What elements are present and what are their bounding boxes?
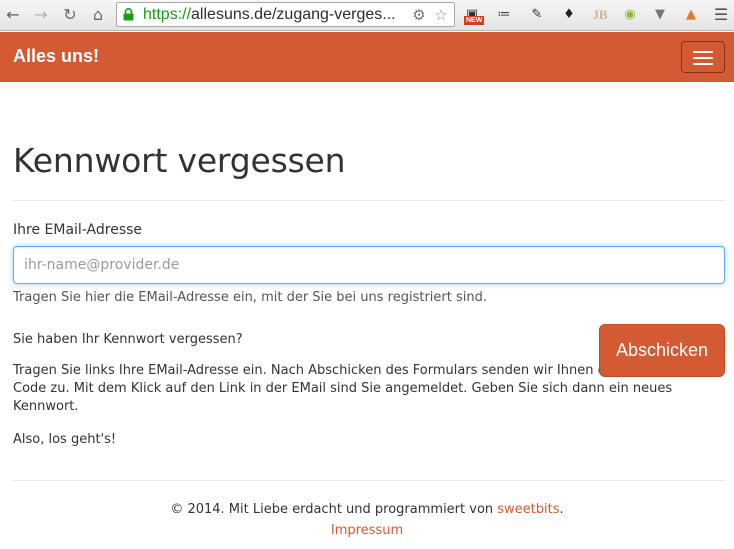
footer-copyright: © 2014. Mit Liebe erdacht und programmie… xyxy=(0,502,734,517)
gear-icon[interactable]: ⚙ xyxy=(409,5,429,25)
impressum-link[interactable]: Impressum xyxy=(331,523,403,538)
submit-button[interactable]: Abschicken xyxy=(599,324,725,377)
url-scheme: https:// xyxy=(143,6,192,23)
home-icon[interactable]: ⌂ xyxy=(87,4,109,26)
forward-arrow-icon[interactable]: → xyxy=(30,4,52,26)
new-badge: NEW xyxy=(464,16,485,25)
site-navbar: Alles uns! xyxy=(0,32,734,82)
hamburger-bar xyxy=(693,57,713,59)
page-title: Kennwort vergessen xyxy=(13,141,346,180)
footer-text-end: . xyxy=(559,502,564,517)
question-text: Sie haben Ihr Kennwort vergessen? xyxy=(13,332,243,347)
reload-icon[interactable]: ↻ xyxy=(59,4,81,26)
lets-go-text: Also, los geht's! xyxy=(13,432,117,447)
brand-link[interactable]: Alles uns! xyxy=(13,46,99,67)
impressum: Impressum xyxy=(0,523,734,538)
sweetbits-link[interactable]: sweetbits xyxy=(497,502,559,517)
hamburger-bar xyxy=(693,63,713,65)
firebug-icon[interactable]: ▲ xyxy=(681,5,701,25)
navbar-toggle-button[interactable] xyxy=(681,41,725,73)
evernote-icon[interactable]: ♦ xyxy=(559,5,579,25)
back-arrow-icon[interactable]: ← xyxy=(2,4,24,26)
jb-extension-icon[interactable]: JB xyxy=(590,5,610,25)
download-icon[interactable]: ▼ xyxy=(650,5,670,25)
footer-text: © 2014. Mit Liebe erdacht und programmie… xyxy=(170,502,498,517)
url-text[interactable]: https://allesuns.de/zugang-verges... xyxy=(143,5,413,25)
hamburger-bar xyxy=(693,51,713,53)
address-bar[interactable]: https://allesuns.de/zugang-verges... ⚙ ☆ xyxy=(116,2,455,27)
footer-divider xyxy=(13,480,725,481)
menu-icon[interactable]: ☰ xyxy=(711,5,731,25)
eyedropper-icon[interactable]: ✎ xyxy=(527,5,547,25)
browser-toolbar: ← → ↻ ⌂ https://allesuns.de/zugang-verge… xyxy=(0,0,734,31)
title-divider xyxy=(13,200,725,201)
android-icon[interactable]: ◉ xyxy=(620,5,640,25)
email-label: Ihre EMail-Adresse xyxy=(13,222,143,238)
url-path: allesuns.de/zugang-verges... xyxy=(191,6,396,23)
extension-ruler-icon[interactable]: ≔ xyxy=(494,5,514,25)
lock-icon xyxy=(123,8,134,21)
star-icon[interactable]: ☆ xyxy=(431,5,451,25)
email-field[interactable] xyxy=(13,246,725,284)
email-help-text: Tragen Sie hier die EMail-Adresse ein, m… xyxy=(13,290,487,305)
